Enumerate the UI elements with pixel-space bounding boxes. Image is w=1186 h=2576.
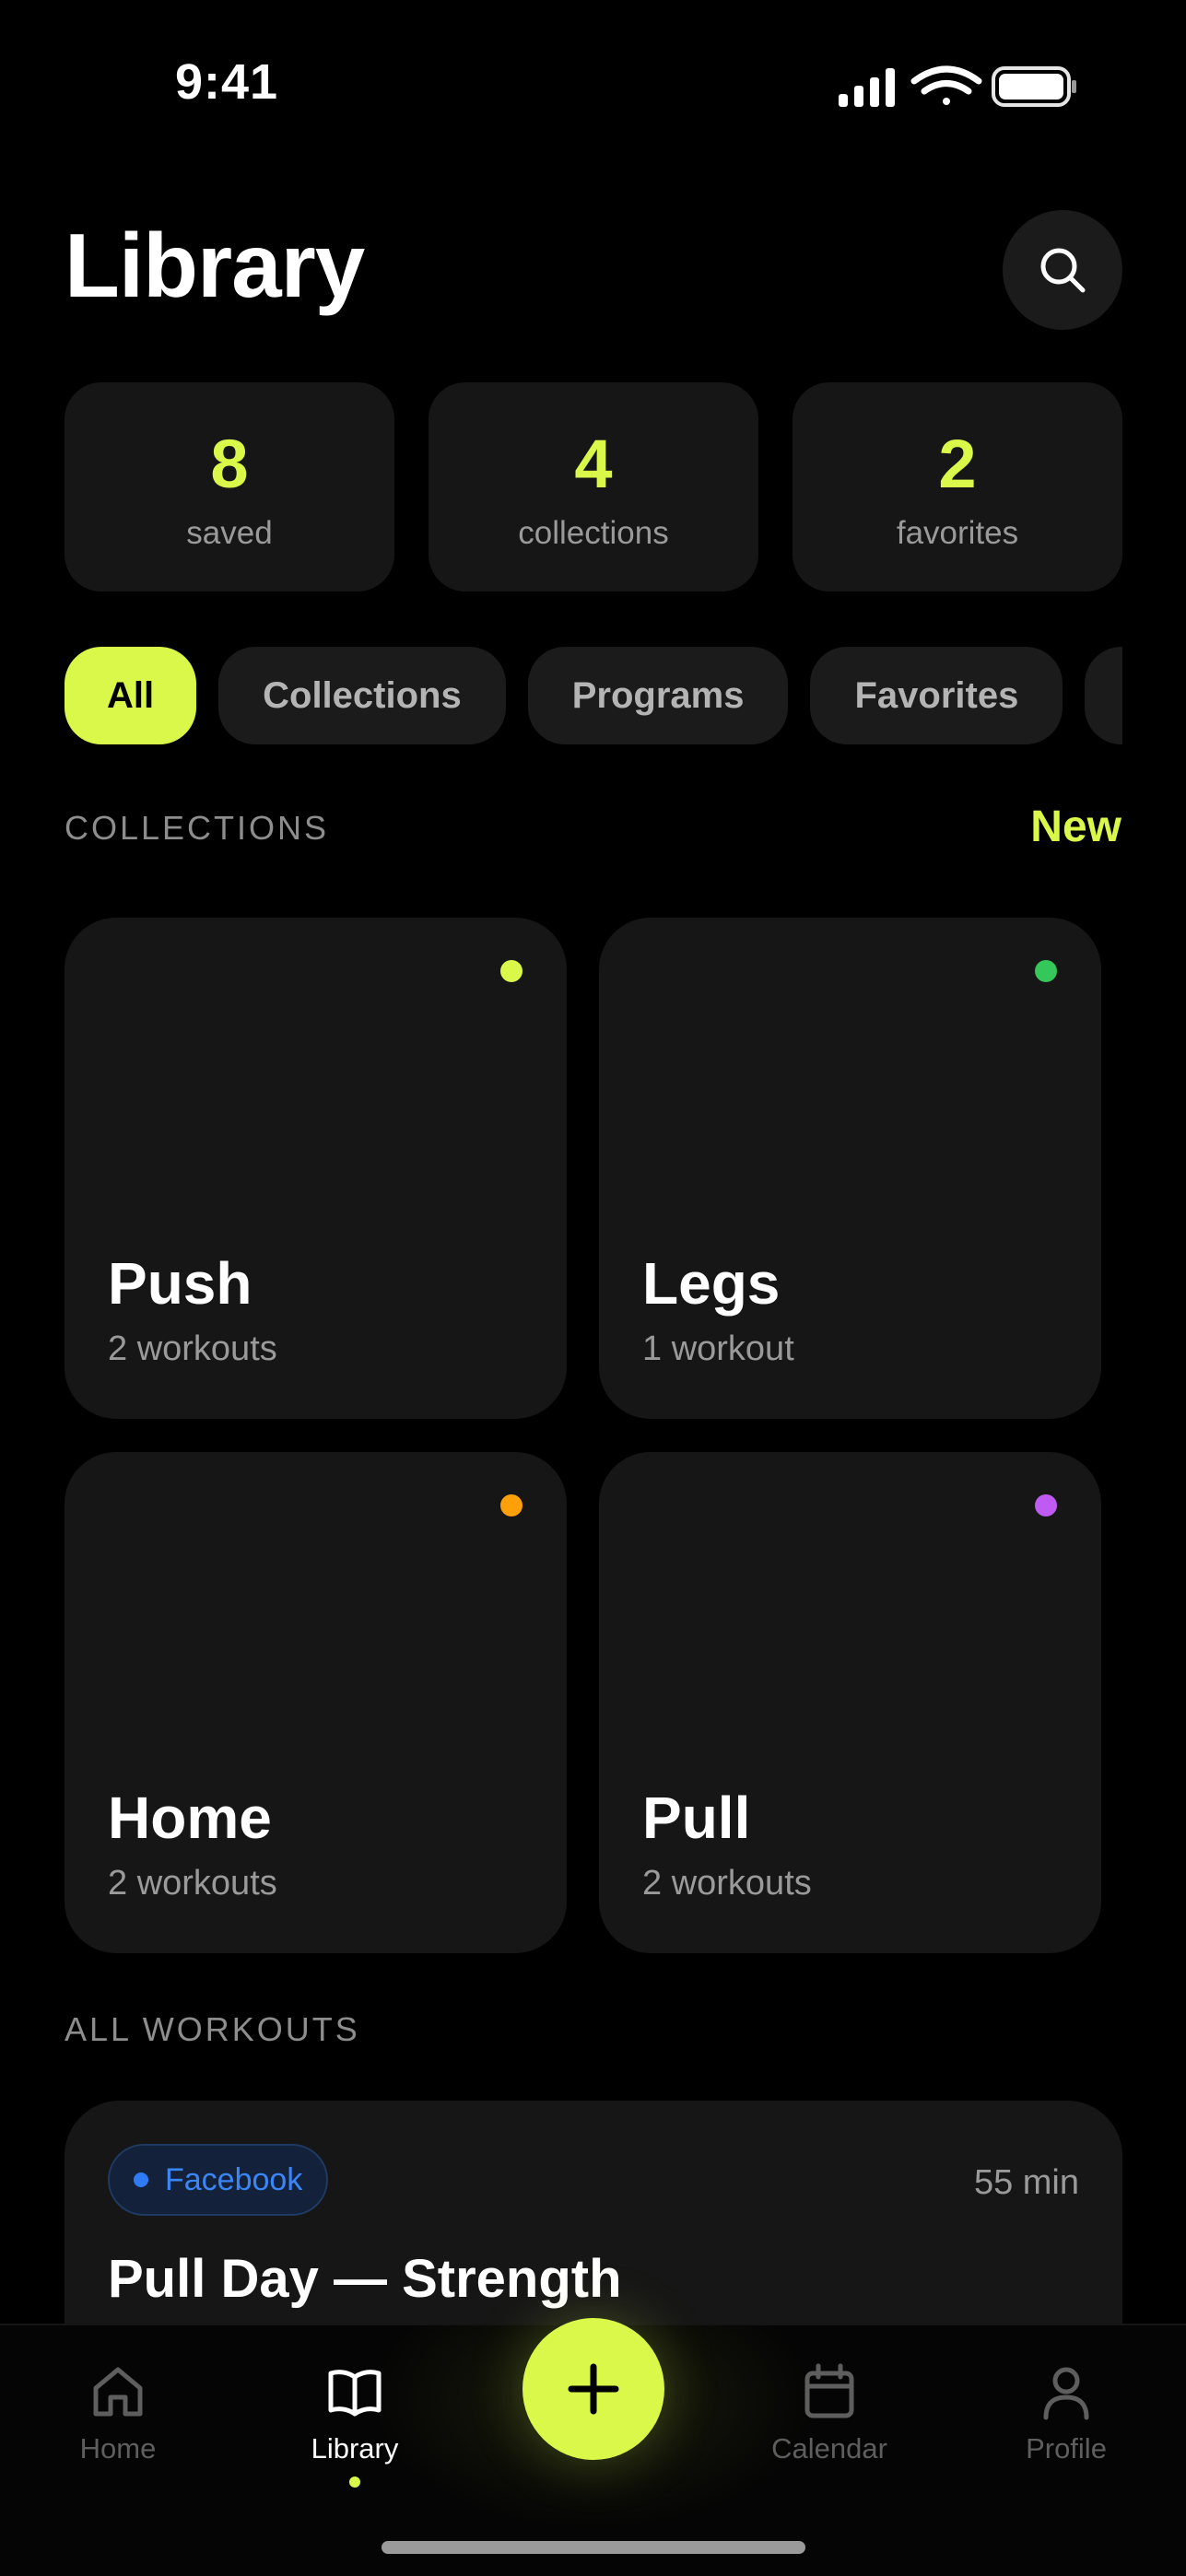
stat-favorites: 2 favorites (793, 382, 1122, 591)
collection-color-dot (500, 960, 523, 982)
new-collection-button[interactable]: New (1030, 802, 1121, 852)
stat-label: saved (186, 515, 273, 551)
collection-color-dot (1035, 960, 1057, 982)
plus-icon (568, 2363, 619, 2415)
collection-color-dot (1035, 1494, 1057, 1516)
collection-count: 2 workouts (108, 1329, 277, 1368)
collection-count: 2 workouts (108, 1864, 277, 1903)
collection-color-dot (500, 1494, 523, 1516)
cellular-signal-icon (839, 68, 895, 107)
tab-label: Profile (1026, 2432, 1107, 2465)
search-icon (1040, 248, 1086, 293)
stat-value: 2 (938, 426, 977, 502)
collection-name: Pull (642, 1785, 751, 1851)
collection-card-legs[interactable]: Legs 1 workout (599, 918, 1101, 1419)
status-icons (839, 64, 1078, 111)
workout-duration: 55 min (973, 2163, 1079, 2202)
collection-count: 2 workouts (642, 1864, 812, 1903)
workout-title: Pull Day — Strength (108, 2249, 622, 2309)
calendar-icon (804, 2363, 854, 2418)
collection-card-push[interactable]: Push 2 workouts (65, 918, 567, 1419)
collection-count: 1 workout (642, 1329, 794, 1368)
status-time: 9:41 (175, 54, 279, 110)
collection-name: Home (108, 1785, 272, 1851)
tab-library[interactable]: Library (253, 2362, 456, 2488)
collection-card-home[interactable]: Home 2 workouts (65, 1452, 567, 1953)
battery-icon (992, 66, 1076, 107)
tab-profile[interactable]: Profile (965, 2362, 1168, 2465)
page-title: Library (65, 215, 365, 316)
home-icon (93, 2367, 143, 2417)
filter-chips: All Collections Programs Favorites (65, 647, 1122, 744)
tab-calendar[interactable]: Calendar (728, 2362, 931, 2465)
collection-name: Legs (642, 1250, 781, 1317)
tab-label: Home (79, 2432, 157, 2465)
source-dot (134, 2172, 148, 2187)
stat-label: favorites (896, 515, 1019, 551)
stat-collections: 4 collections (429, 382, 758, 591)
wifi-icon (910, 65, 982, 105)
source-label: Facebook (165, 2161, 303, 2197)
active-tab-indicator (349, 2476, 360, 2488)
book-icon (328, 2370, 382, 2417)
tab-label: Library (311, 2432, 399, 2465)
stat-saved: 8 saved (65, 382, 394, 591)
home-indicator (382, 2541, 805, 2554)
stat-value: 4 (574, 426, 613, 502)
profile-icon (1043, 2367, 1089, 2420)
collection-card-pull[interactable]: Pull 2 workouts (599, 1452, 1101, 1953)
tab-label: Calendar (771, 2432, 887, 2465)
stat-label: collections (518, 515, 669, 551)
collection-name: Push (108, 1250, 252, 1317)
filter-chip-all[interactable]: All (65, 647, 197, 744)
filter-chip-collections[interactable]: Collections (218, 647, 506, 744)
filter-chip-more[interactable] (1085, 647, 1122, 744)
tab-home[interactable]: Home (17, 2362, 219, 2465)
search-button[interactable] (1003, 210, 1122, 330)
add-workout-button[interactable] (523, 2318, 664, 2460)
filter-chip-favorites[interactable]: Favorites (810, 647, 1063, 744)
filter-chip-programs[interactable]: Programs (527, 647, 789, 744)
workouts-section-label: ALL WORKOUTS (65, 2010, 360, 2048)
collections-section-label: COLLECTIONS (65, 809, 330, 847)
source-badge: Facebook (108, 2144, 329, 2216)
stat-value: 8 (210, 426, 249, 502)
